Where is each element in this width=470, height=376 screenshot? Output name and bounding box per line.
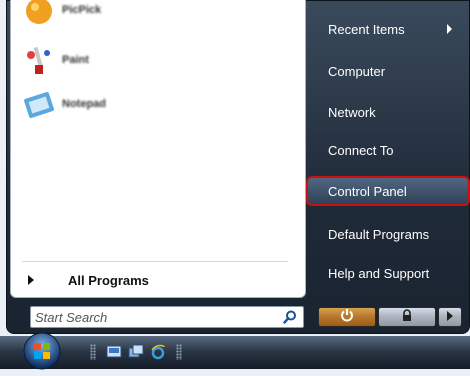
taskbar — [0, 336, 470, 369]
lock-button[interactable] — [378, 307, 436, 327]
program-label: Notepad — [62, 98, 106, 110]
paint-icon — [22, 43, 56, 77]
program-label: PicPick — [62, 4, 102, 16]
search-box[interactable] — [30, 306, 304, 328]
notepad-icon — [22, 87, 56, 121]
lock-icon — [400, 308, 414, 327]
program-item-notepad[interactable]: Notepad — [22, 86, 106, 122]
menu-item-control-panel[interactable]: Control Panel — [306, 176, 470, 206]
chevron-right-icon — [447, 24, 452, 34]
shutdown-options-button[interactable] — [438, 307, 462, 327]
menu-item-label: Help and Support — [328, 265, 430, 281]
menu-item-label: Default Programs — [328, 226, 430, 242]
menu-item-label: Computer — [328, 63, 386, 79]
switch-windows-icon[interactable] — [128, 344, 144, 360]
arrow-right-icon — [446, 308, 454, 326]
show-desktop-icon[interactable] — [106, 344, 122, 360]
power-button[interactable] — [318, 307, 376, 327]
menu-item-help-and-support[interactable]: Help and Support — [318, 258, 462, 288]
menu-item-network[interactable]: Network — [318, 97, 462, 127]
menu-item-computer[interactable]: Computer — [318, 56, 462, 86]
menu-item-recent-items[interactable]: Recent Items — [318, 14, 462, 44]
divider — [22, 261, 288, 262]
all-programs-button[interactable]: All Programs — [22, 268, 292, 292]
menu-item-label: Network — [328, 104, 376, 120]
picpick-icon — [22, 0, 56, 27]
power-icon — [340, 308, 354, 327]
taskbar-grip[interactable] — [90, 344, 96, 360]
menu-item-label: Connect To — [328, 142, 394, 158]
windows-orb-icon[interactable] — [22, 331, 62, 371]
internet-explorer-icon[interactable] — [150, 344, 166, 360]
program-item-picpick[interactable]: PicPick — [22, 0, 101, 28]
power-buttons — [318, 307, 462, 327]
search-icon[interactable] — [283, 310, 297, 324]
all-programs-label: All Programs — [68, 272, 149, 288]
taskbar-grip[interactable] — [176, 344, 182, 360]
menu-item-label: Control Panel — [328, 183, 407, 199]
menu-item-label: Recent Items — [328, 21, 405, 37]
menu-item-connect-to[interactable]: Connect To — [318, 135, 462, 165]
program-label: Paint — [62, 54, 89, 66]
program-item-paint[interactable]: Paint — [22, 42, 89, 78]
menu-item-default-programs[interactable]: Default Programs — [318, 219, 462, 249]
arrow-right-icon — [28, 275, 34, 285]
search-input[interactable] — [31, 307, 285, 327]
